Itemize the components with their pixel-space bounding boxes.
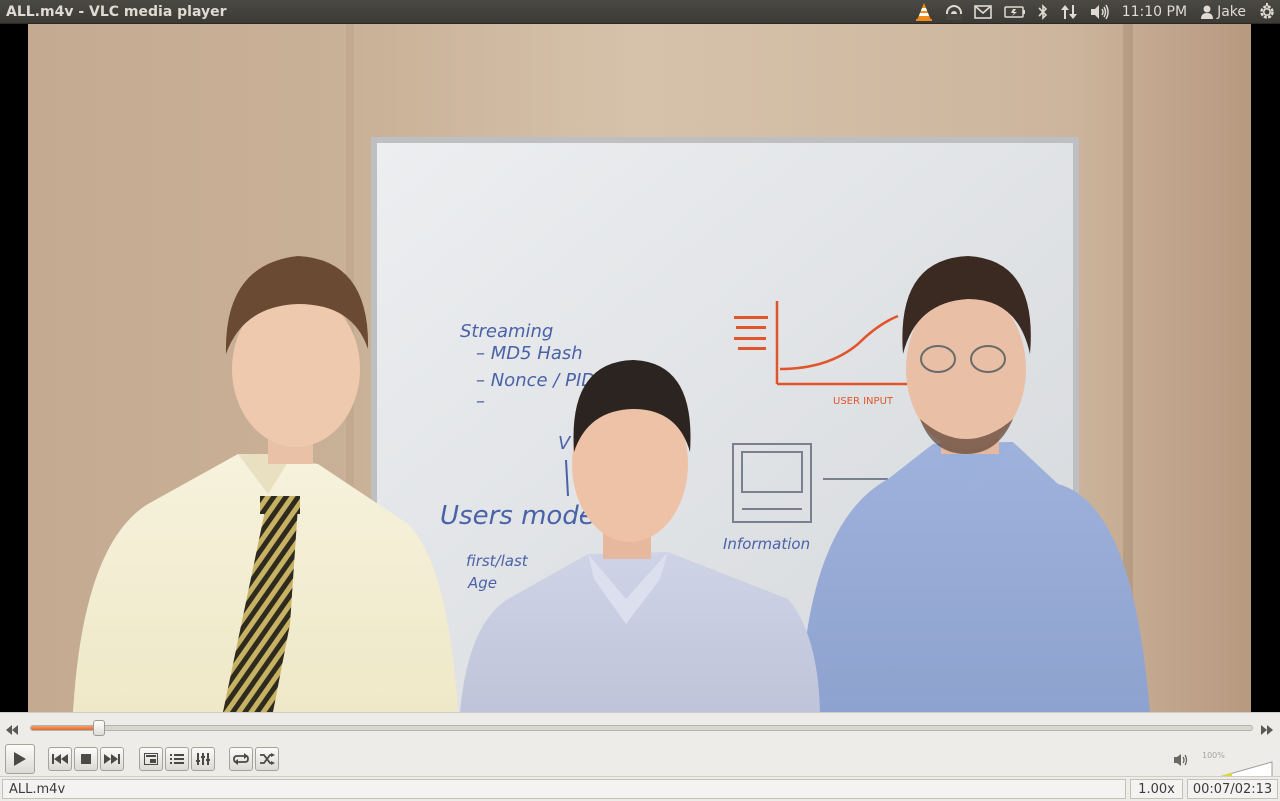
wb-heading: Streaming <box>460 321 553 342</box>
status-bar: ALL.m4v 1.00x 00:07/02:13 <box>0 776 1280 801</box>
wb-fields2: Age <box>467 574 497 592</box>
fullscreen-icon <box>144 753 158 765</box>
video-frame: Streaming – MD5 Hash – Nonce / PID – V U… <box>28 24 1251 712</box>
gear-icon[interactable] <box>1258 0 1276 24</box>
mail-icon[interactable] <box>973 0 992 24</box>
wb-item1: – MD5 Hash <box>476 343 583 364</box>
seek-progress-fill <box>31 726 98 730</box>
network-transfer-icon[interactable] <box>1060 0 1078 24</box>
previous-button[interactable] <box>48 747 72 771</box>
wb-model: Users model <box>440 501 603 531</box>
shuffle-icon <box>259 753 275 765</box>
loop-button[interactable] <box>229 747 253 771</box>
user-menu[interactable]: Jake <box>1201 0 1246 24</box>
equalizer-icon <box>196 753 210 765</box>
next-button[interactable] <box>100 747 124 771</box>
volume-icon[interactable] <box>1090 0 1110 24</box>
wifi-icon[interactable] <box>945 0 962 24</box>
play-icon <box>13 751 27 767</box>
bluetooth-icon[interactable] <box>1038 0 1048 24</box>
play-button[interactable] <box>5 744 35 774</box>
previous-icon <box>52 754 68 764</box>
top-panel: ALL.m4v - VLC media player 11:10 PM Jake <box>0 0 1280 24</box>
controls-panel: 100% <box>0 712 1280 785</box>
seek-handle[interactable] <box>92 720 105 736</box>
status-file-name: ALL.m4v <box>2 779 1126 799</box>
wb-fields1: first/last <box>466 552 529 570</box>
clock[interactable]: 11:10 PM <box>1122 4 1187 20</box>
playlist-icon <box>170 753 184 765</box>
user-icon <box>1201 5 1214 19</box>
stop-button[interactable] <box>74 747 98 771</box>
wb-graph-xlabel: USER INPUT <box>833 396 894 407</box>
speaker-icon[interactable] <box>1173 752 1189 771</box>
window-title: ALL.m4v - VLC media player <box>6 3 227 20</box>
wb-item3: – <box>476 391 485 412</box>
extended-settings-button[interactable] <box>191 747 215 771</box>
volume-percent: 100% <box>1202 751 1225 760</box>
playback-rate[interactable]: 1.00x <box>1130 779 1183 799</box>
random-button[interactable] <box>255 747 279 771</box>
playlist-button[interactable] <box>165 747 189 771</box>
wb-device-label: Information <box>723 535 810 553</box>
wb-item2: – Nonce / PID <box>476 370 595 391</box>
video-output[interactable]: Streaming – MD5 Hash – Nonce / PID – V U… <box>0 24 1280 712</box>
loop-icon <box>233 753 249 765</box>
seek-forward-icon[interactable] <box>1260 721 1274 740</box>
wb-vc: V <box>558 433 572 454</box>
time-display[interactable]: 00:07/02:13 <box>1187 779 1278 799</box>
fullscreen-button[interactable] <box>139 747 163 771</box>
next-icon <box>104 754 120 764</box>
user-name: Jake <box>1217 3 1246 20</box>
battery-icon[interactable] <box>1003 0 1026 24</box>
indicator-area: 11:10 PM Jake <box>908 0 1280 24</box>
vlc-cone-icon[interactable] <box>914 0 934 24</box>
seek-slider[interactable] <box>30 720 1253 736</box>
seek-backward-icon[interactable] <box>5 721 19 740</box>
stop-icon <box>81 754 91 764</box>
